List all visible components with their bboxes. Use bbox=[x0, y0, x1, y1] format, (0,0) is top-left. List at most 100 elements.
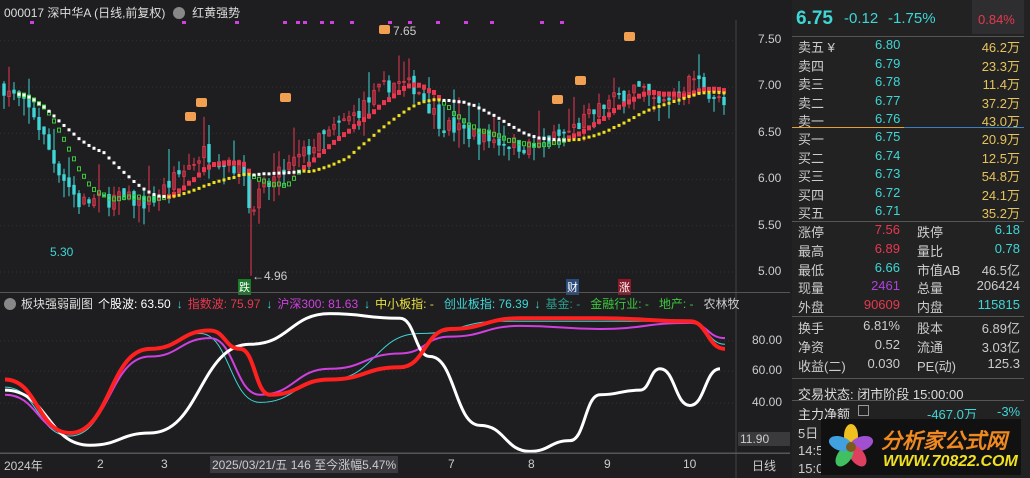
trend-base bbox=[512, 125, 516, 129]
order-book-row: 卖四 6.79 23.3万 bbox=[792, 56, 1024, 75]
sub-tick: 60.00 bbox=[752, 363, 783, 377]
trend-base bbox=[252, 173, 256, 177]
buy-signal-icon bbox=[624, 32, 635, 41]
time-label: 3 bbox=[161, 457, 168, 471]
trend-base bbox=[222, 178, 226, 182]
watermark-url: WWW.70822.COM bbox=[883, 453, 1018, 470]
level-volume: 24.1万 bbox=[981, 187, 1020, 203]
trend-base bbox=[322, 166, 326, 170]
candle bbox=[557, 129, 561, 136]
candle bbox=[57, 163, 61, 176]
candle bbox=[467, 125, 471, 139]
candle bbox=[102, 194, 106, 197]
candle bbox=[657, 96, 661, 103]
trend-base bbox=[297, 170, 301, 174]
trend-step bbox=[602, 115, 606, 121]
level-label: 买二 bbox=[798, 150, 825, 166]
trend-base bbox=[182, 192, 186, 196]
legend-label: 沪深300: 81.63 bbox=[277, 297, 359, 311]
stat-value: 2461 bbox=[871, 278, 900, 294]
legend-label: 地产: - bbox=[658, 297, 694, 311]
trend-step bbox=[597, 118, 601, 124]
trend-base bbox=[642, 110, 646, 114]
time-label: 2024年 bbox=[4, 459, 43, 473]
stat-label: 内盘 bbox=[917, 300, 944, 316]
sub-chart-title[interactable]: 板块强弱副图 bbox=[21, 297, 93, 311]
signal-dot bbox=[296, 21, 300, 24]
signal-dot bbox=[320, 21, 324, 24]
trend-step bbox=[197, 172, 201, 178]
trend-base bbox=[707, 90, 711, 94]
stat-value: 90609 bbox=[863, 297, 900, 313]
legend-label: 指数波: 75.97 bbox=[187, 297, 261, 311]
candle bbox=[77, 193, 81, 208]
candle bbox=[532, 143, 536, 147]
cursor-date: 2025/03/21/五 146 至今涨幅5.47% bbox=[210, 456, 399, 473]
stat-label: 涨停 bbox=[798, 225, 825, 240]
trend-base bbox=[452, 99, 456, 103]
candle bbox=[67, 177, 71, 188]
trend-base bbox=[27, 95, 31, 99]
trend-base bbox=[82, 140, 86, 144]
trend-step bbox=[412, 82, 416, 88]
candle bbox=[232, 166, 236, 174]
cyan-series-line bbox=[4, 320, 726, 437]
list-icon[interactable] bbox=[858, 405, 869, 416]
level-price: 6.79 bbox=[875, 55, 901, 71]
candle bbox=[442, 130, 446, 133]
trend-step bbox=[622, 101, 626, 107]
sub-tick: 80.00 bbox=[752, 333, 783, 347]
trend-base bbox=[52, 114, 56, 118]
trend-step bbox=[92, 186, 96, 192]
signal-dot bbox=[30, 21, 34, 24]
kline-chart-area[interactable]: 000017 深中华A (日线,前复权) 红黄强势 5.30 7.65 ←4.9… bbox=[0, 0, 790, 478]
trend-step bbox=[227, 159, 231, 165]
level-label: 买五 bbox=[798, 206, 825, 221]
candle bbox=[637, 81, 641, 87]
low-label: ←4.96 bbox=[252, 269, 288, 283]
trend-base bbox=[162, 195, 166, 199]
trend-base bbox=[487, 111, 491, 115]
trend-base bbox=[427, 99, 431, 103]
trend-base bbox=[657, 105, 661, 109]
trend-base bbox=[127, 175, 131, 179]
legend-item: 金融行业: - bbox=[590, 297, 654, 311]
trend-base bbox=[562, 138, 566, 142]
level-label: 卖四 bbox=[798, 58, 825, 74]
period-button[interactable]: 日线 bbox=[752, 457, 776, 474]
trend-base bbox=[547, 137, 551, 141]
price-tick: 5.50 bbox=[758, 217, 782, 232]
trend-base bbox=[22, 93, 26, 97]
trend-base bbox=[712, 90, 716, 94]
trend-step bbox=[182, 185, 186, 191]
candle bbox=[177, 170, 181, 175]
trend-base bbox=[187, 190, 191, 194]
trend-base bbox=[477, 106, 481, 110]
trend-step bbox=[677, 92, 681, 98]
candle bbox=[497, 138, 501, 146]
trend-base bbox=[462, 100, 466, 104]
trend-step bbox=[427, 88, 431, 94]
stat-label: 外盘 bbox=[798, 300, 825, 316]
stat-label: 收益(二) bbox=[798, 358, 846, 374]
stat-label: 股本 bbox=[917, 321, 944, 336]
flower-logo-icon bbox=[828, 424, 874, 467]
trend-step bbox=[387, 97, 391, 103]
stat-label: PE(动) bbox=[917, 358, 957, 374]
level-volume: 54.8万 bbox=[981, 169, 1020, 184]
level-price: 6.75 bbox=[875, 129, 901, 144]
divider bbox=[792, 316, 1024, 317]
trend-base bbox=[497, 116, 501, 120]
trend-base bbox=[167, 195, 171, 199]
trend-base bbox=[372, 133, 376, 137]
legend-item: 基金: - bbox=[546, 297, 586, 311]
trend-base bbox=[332, 162, 336, 166]
candle bbox=[37, 117, 41, 131]
trend-step bbox=[672, 91, 676, 97]
trend-step bbox=[87, 181, 91, 187]
candle bbox=[602, 104, 606, 109]
trend-step bbox=[632, 96, 636, 102]
sub-indicator-dropdown-icon[interactable] bbox=[4, 298, 16, 310]
stat-value: 0.030 bbox=[867, 355, 900, 371]
stat-value: 3.03亿 bbox=[981, 339, 1020, 355]
